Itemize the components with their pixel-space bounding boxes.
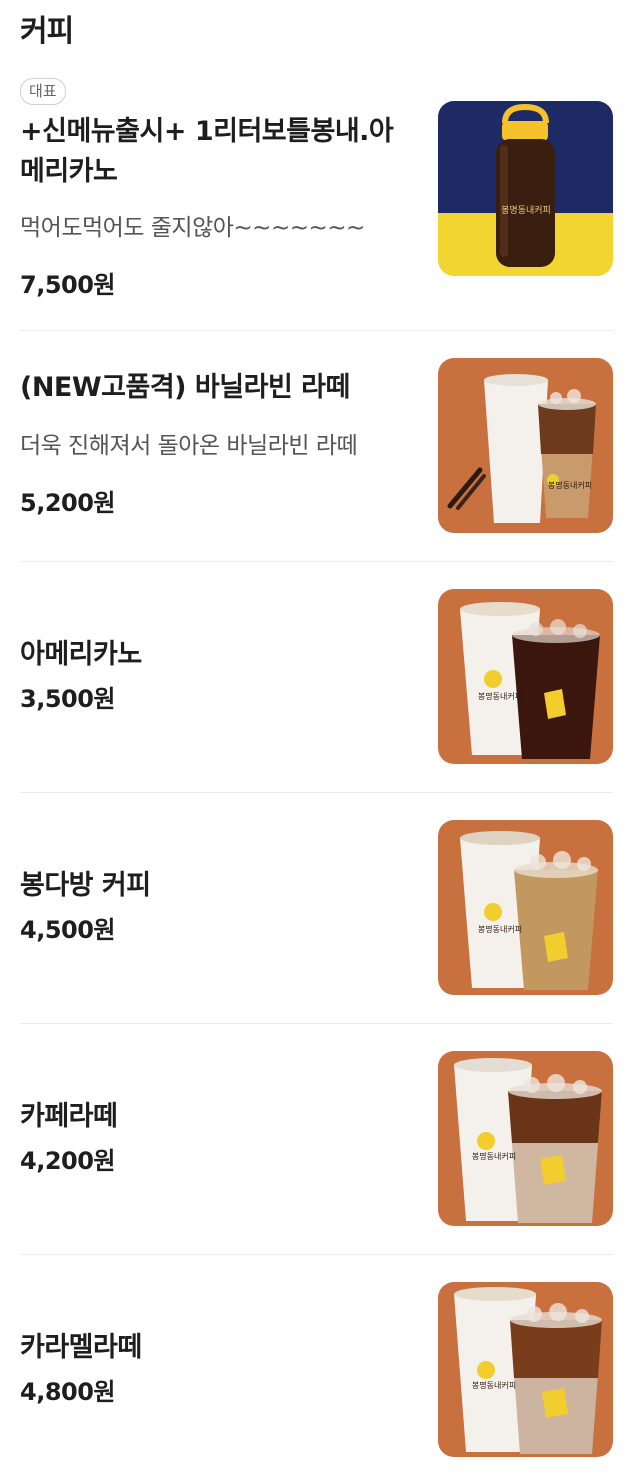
menu-item-price: 3,500원	[20, 685, 116, 713]
americano-photo: 봉명동내커피	[438, 589, 613, 764]
menu-item-cafe-latte[interactable]: 카페라떼 4,200원 봉명동내커피	[20, 1051, 613, 1229]
menu-item-description: 먹어도먹어도 줄지않아~~~~~~~	[20, 215, 365, 241]
menu-item-americano[interactable]: 아메리카노 3,500원 봉명동내커피	[20, 589, 613, 767]
menu-item-price: 4,200원	[20, 1147, 116, 1175]
menu-item-price: 4,800원	[20, 1378, 116, 1406]
menu-item-name: 카페라떼	[20, 1101, 118, 1132]
bongdabang-coffee-photo: 봉명동내커피	[438, 820, 613, 995]
svg-text:봉명동내커피: 봉명동내커피	[548, 480, 592, 490]
svg-text:봉명동내커피: 봉명동내커피	[472, 1151, 516, 1161]
menu-item-name: 카라멜라떼	[20, 1332, 142, 1363]
menu-item-vanilla-bean-latte[interactable]: (NEW고품격) 바닐라빈 라떼 더욱 진해져서 돌아온 바닐라빈 라떼 5,2…	[20, 358, 613, 536]
menu-item-price: 4,500원	[20, 916, 116, 944]
menu-item-name: +신메뉴출시+ 1리터보틀봉내.아메리카노	[20, 116, 394, 187]
svg-text:봉명동내커피: 봉명동내커피	[501, 205, 551, 216]
item-divider	[20, 1023, 613, 1024]
svg-text:봉명동내커피: 봉명동내커피	[478, 691, 522, 701]
menu-item-name: 봉다방 커피	[20, 870, 151, 901]
menu-item-name: (NEW고품격) 바닐라빈 라떼	[20, 372, 350, 403]
svg-text:봉명동내커피: 봉명동내커피	[478, 924, 522, 934]
cafe-latte-photo: 봉명동내커피	[438, 1051, 613, 1226]
signature-badge: 대표	[20, 78, 66, 105]
svg-text:봉명동내커피: 봉명동내커피	[472, 1380, 516, 1390]
menu-item-price: 5,200원	[20, 489, 116, 517]
menu-item-name: 아메리카노	[20, 639, 142, 670]
menu-item-description: 더욱 진해져서 돌아온 바닐라빈 라떼	[20, 433, 358, 459]
section-title: 커피	[20, 14, 74, 49]
bottle-coffee-photo: 봉명동내커피	[438, 101, 613, 276]
menu-item-price: 7,500원	[20, 271, 116, 299]
menu-item-bongdabang-coffee[interactable]: 봉다방 커피 4,500원 봉명동내커피	[20, 820, 613, 998]
item-divider	[20, 330, 613, 331]
caramel-latte-photo: 봉명동내커피	[438, 1282, 613, 1457]
item-divider	[20, 792, 613, 793]
vanilla-latte-photo: 봉명동내커피	[438, 358, 613, 533]
item-divider	[20, 561, 613, 562]
menu-item-liter-bottle-americano[interactable]: 대표 +신메뉴출시+ 1리터보틀봉내.아메리카노 먹어도먹어도 줄지않아~~~~…	[20, 78, 613, 318]
menu-item-caramel-latte[interactable]: 카라멜라떼 4,800원 봉명동내커피	[20, 1282, 613, 1460]
item-divider	[20, 1254, 613, 1255]
